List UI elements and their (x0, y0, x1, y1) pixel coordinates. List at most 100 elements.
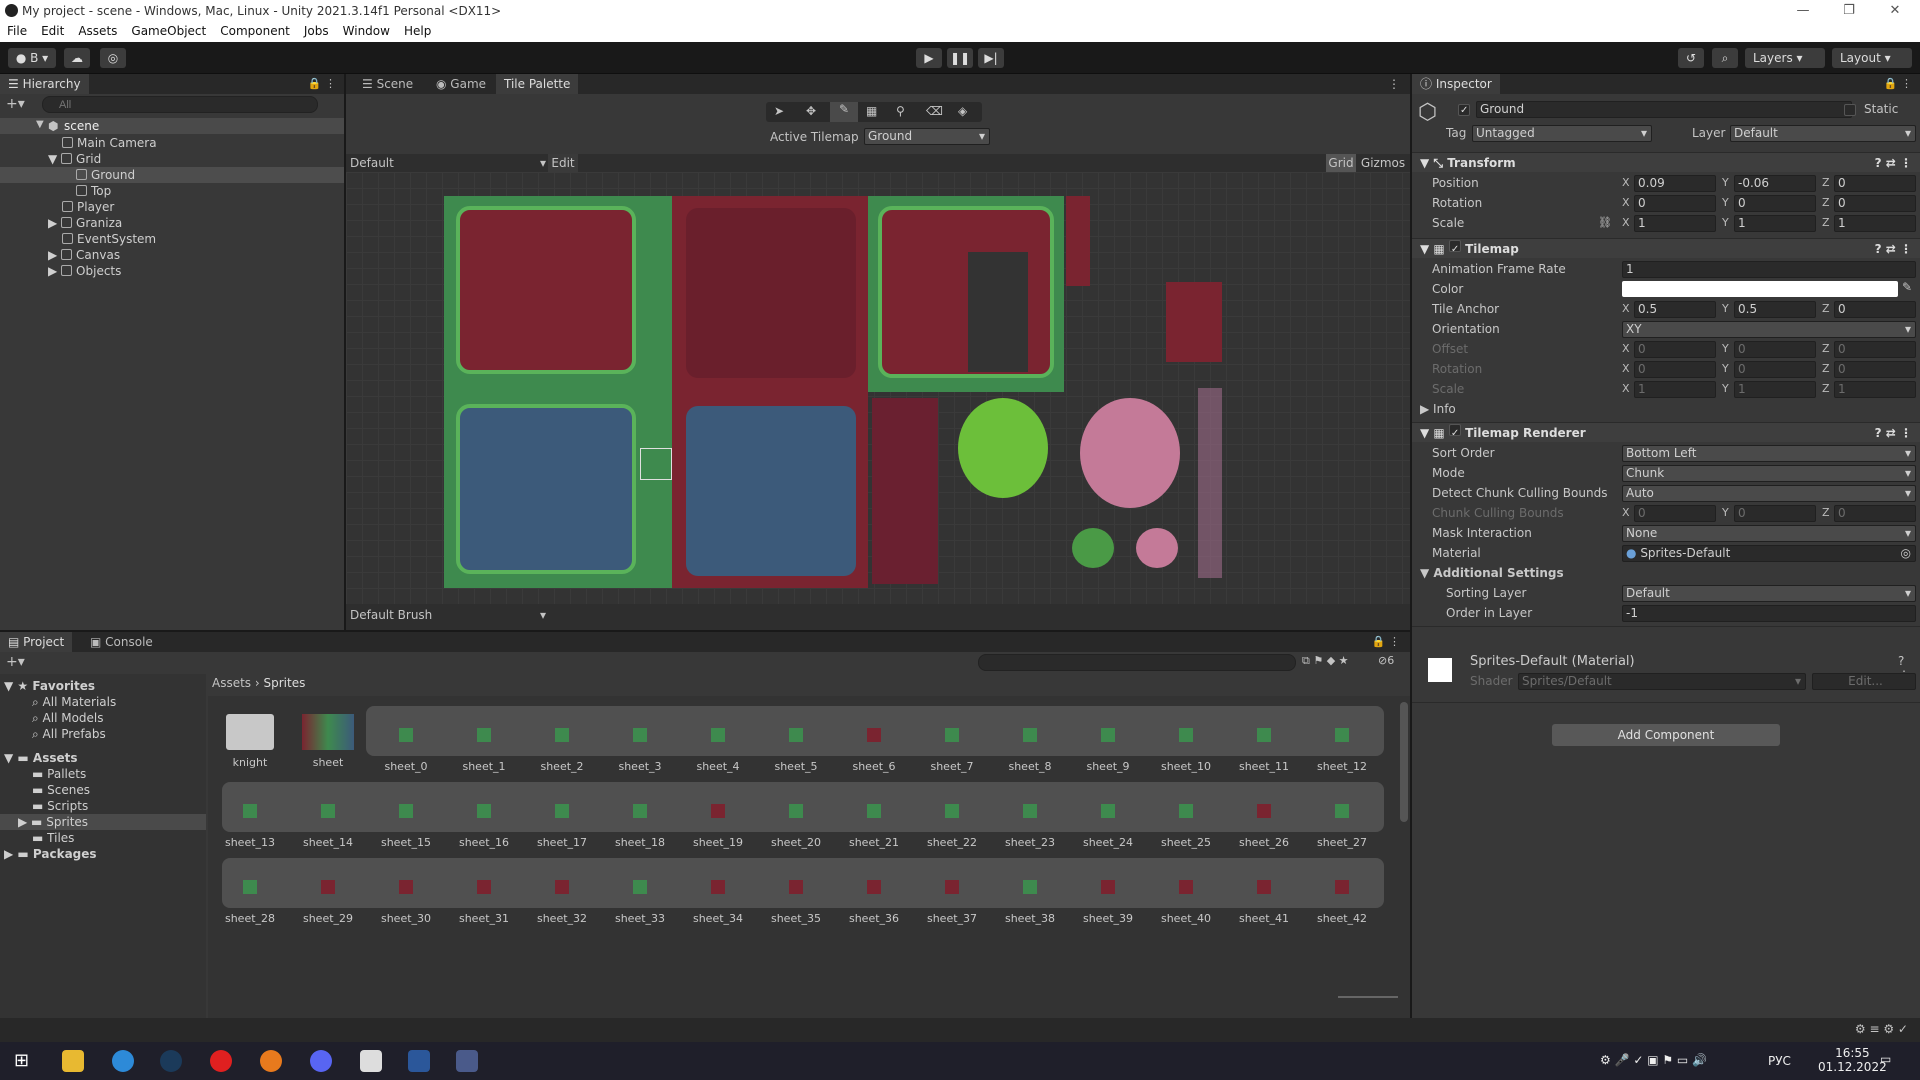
asset-item[interactable]: sheet_37 (920, 866, 984, 925)
asset-item[interactable]: sheet_28 (218, 866, 282, 925)
anim-rate-input[interactable]: 1 (1622, 261, 1916, 278)
asset-item[interactable]: sheet_42 (1310, 866, 1374, 925)
asset-item[interactable]: sheet_23 (998, 790, 1062, 849)
tree-item-player[interactable]: Player (62, 199, 114, 215)
asset-item[interactable]: sheet_15 (374, 790, 438, 849)
asset-item[interactable]: sheet_2 (530, 714, 594, 773)
asset-item[interactable]: sheet_31 (452, 866, 516, 925)
static-checkbox[interactable] (1844, 104, 1856, 116)
panel-menu-icon[interactable]: ⋮ (1388, 77, 1400, 91)
asset-item[interactable]: sheet_36 (842, 866, 906, 925)
grid-toggle[interactable]: Grid (1326, 154, 1356, 172)
step-button[interactable]: ▶| (978, 48, 1004, 68)
yandex-icon[interactable] (210, 1050, 232, 1072)
mask-dropdown[interactable]: None ▾ (1622, 525, 1916, 542)
favorites-folder[interactable]: ▼ ★ Favorites (4, 678, 95, 694)
folder-tiles[interactable]: ▬ Tiles (32, 830, 74, 846)
tree-item-main-camera[interactable]: Main Camera (62, 135, 157, 151)
panel-menu-icon[interactable]: 🔒 ⋮ (308, 77, 336, 90)
asset-item[interactable]: sheet_26 (1232, 790, 1296, 849)
start-icon[interactable]: ⊞ (14, 1050, 36, 1072)
asset-item[interactable]: sheet_10 (1154, 714, 1218, 773)
fav-all-materials[interactable]: ⌕ All Materials (32, 694, 116, 710)
folder-sprites[interactable]: ▶ ▬ Sprites (18, 814, 88, 830)
tab-inspector[interactable]: ⓘ Inspector (1412, 74, 1500, 94)
rotation-y[interactable]: 0 (1734, 195, 1816, 212)
pause-button[interactable]: ❚❚ (947, 48, 973, 68)
unity-hub-icon[interactable] (360, 1050, 382, 1072)
tab-tile-palette[interactable]: Tile Palette (496, 74, 579, 94)
object-name-input[interactable]: Ground (1476, 101, 1852, 118)
packages-folder[interactable]: ▶ ▬ Packages (4, 846, 97, 862)
asset-item[interactable]: sheet_4 (686, 714, 750, 773)
account-button[interactable]: ● B ▾ (8, 48, 56, 68)
picker-tool-icon[interactable]: ⚲ (896, 104, 905, 118)
eraser-tool-icon[interactable]: ⌫ (926, 104, 943, 118)
asset-item[interactable]: sheet_21 (842, 790, 906, 849)
breadcrumb-sprites[interactable]: Sprites (264, 676, 306, 690)
eyedropper-icon[interactable]: ✎ (1902, 280, 1912, 294)
asset-item[interactable]: sheet_12 (1310, 714, 1374, 773)
anchor-z[interactable]: 0 (1834, 301, 1916, 318)
tree-item-grid[interactable]: ▼ Grid (48, 151, 101, 167)
brush-dropdown[interactable]: Default Brush ▾ (350, 608, 546, 622)
hierarchy-search-input[interactable] (42, 96, 318, 113)
language-indicator[interactable]: РУС (1768, 1054, 1791, 1068)
menu-assets[interactable]: Assets (71, 22, 124, 38)
asset-item[interactable]: sheet_35 (764, 866, 828, 925)
material-field[interactable]: ● Sprites-Default ◎ (1622, 545, 1916, 562)
fav-all-models[interactable]: ⌕ All Models (32, 710, 104, 726)
tab-console[interactable]: ▣ Console (82, 632, 161, 652)
orientation-dropdown[interactable]: XY ▾ (1622, 321, 1916, 338)
transform-header[interactable]: ▼ ⤡ Transform? ⇄ ⋮ (1412, 152, 1920, 172)
discord-icon[interactable] (310, 1050, 332, 1072)
notification-icon[interactable]: ▭ (1880, 1052, 1891, 1066)
palette-dropdown[interactable]: Default ▾ (350, 156, 546, 170)
renderer-enabled-checkbox[interactable] (1448, 424, 1461, 436)
asset-item[interactable]: sheet_14 (296, 790, 360, 849)
tree-item-objects[interactable]: ▶ Objects (48, 263, 121, 279)
cloud-icon[interactable]: ☁ (64, 48, 90, 68)
zoom-slider[interactable] (1338, 996, 1398, 998)
asset-item[interactable]: sheet_34 (686, 866, 750, 925)
asset-item[interactable]: sheet_5 (764, 714, 828, 773)
tree-item-eventsystem[interactable]: EventSystem (62, 231, 156, 247)
folder-scripts[interactable]: ▬ Scripts (32, 798, 88, 814)
asset-item[interactable]: sheet_6 (842, 714, 906, 773)
tab-scene[interactable]: ☰ Scene (354, 74, 421, 94)
detect-bounds-dropdown[interactable]: Auto ▾ (1622, 485, 1916, 502)
asset-item[interactable]: sheet_7 (920, 714, 984, 773)
order-input[interactable]: -1 (1622, 605, 1916, 622)
tray-icons[interactable]: ⚙ 🎤 ✓ ▣ ⚑ ▭ 🔊 (1600, 1053, 1707, 1067)
active-checkbox[interactable] (1458, 104, 1470, 116)
asset-item[interactable]: sheet_17 (530, 790, 594, 849)
play-button[interactable]: ▶ (916, 48, 942, 68)
sorting-layer-dropdown[interactable]: Default ▾ (1622, 585, 1916, 602)
folder-scenes[interactable]: ▬ Scenes (32, 782, 90, 798)
info-foldout[interactable]: ▶ Info (1420, 400, 1456, 418)
project-search-input[interactable] (978, 654, 1296, 671)
scale-y[interactable]: 1 (1734, 215, 1816, 232)
steam-icon[interactable] (160, 1050, 182, 1072)
fav-all-prefabs[interactable]: ⌕ All Prefabs (32, 726, 106, 742)
select-tool-icon[interactable]: ➤ (774, 104, 784, 118)
position-x[interactable]: 0.09 (1634, 175, 1716, 192)
mode-dropdown[interactable]: Chunk ▾ (1622, 465, 1916, 482)
tree-item-top[interactable]: Top (76, 183, 111, 199)
asset-item[interactable]: sheet_8 (998, 714, 1062, 773)
layout-dropdown[interactable]: Layout ▾ (1832, 48, 1912, 68)
anchor-x[interactable]: 0.5 (1634, 301, 1716, 318)
hidden-count[interactable]: ⊘6 (1378, 654, 1394, 667)
asset-item[interactable]: sheet_18 (608, 790, 672, 849)
position-z[interactable]: 0 (1834, 175, 1916, 192)
add-component-button[interactable]: Add Component (1552, 724, 1780, 746)
menu-gameobject[interactable]: GameObject (124, 22, 213, 38)
asset-item[interactable]: sheet_41 (1232, 866, 1296, 925)
tree-item-graniza[interactable]: ▶ Graniza (48, 215, 122, 231)
asset-item[interactable]: sheet_29 (296, 866, 360, 925)
asset-item[interactable]: sheet_9 (1076, 714, 1140, 773)
palette-grid-canvas[interactable] (346, 172, 1410, 604)
asset-item[interactable]: sheet_0 (374, 714, 438, 773)
asset-item[interactable]: sheet_3 (608, 714, 672, 773)
asset-item[interactable]: sheet_38 (998, 866, 1062, 925)
